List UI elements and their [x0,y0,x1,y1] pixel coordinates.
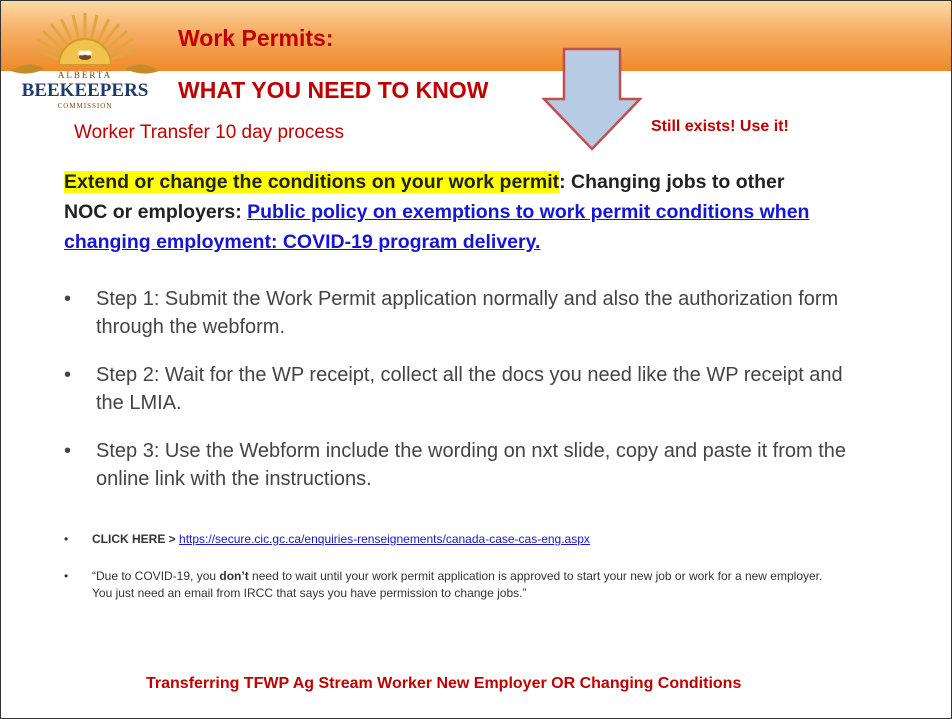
bullet-icon: • [64,364,72,386]
step-text: Step 1: Submit the Work Permit applicati… [96,288,839,338]
webform-link[interactable]: https://secure.cic.gc.ca/enquiries-rense… [179,532,590,546]
intro-paragraph: Extend or change the conditions on your … [64,167,824,257]
highlighted-heading: Extend or change the conditions on your … [64,171,560,193]
step-text: Step 2: Wait for the WP receipt, collect… [96,364,843,414]
logo-name: BEEKEEPERS [22,80,149,101]
step-text: Step 3: Use the Webform include the word… [96,440,847,490]
down-arrow-icon [542,47,642,151]
logo-bottom-text: COMMISSION [58,102,113,110]
right-wheat-icon [125,64,159,74]
bullet-icon: • [64,288,72,310]
still-exists-callout: Still exists! Use it! [651,118,789,135]
click-here-item: • CLICK HERE > https://secure.cic.gc.ca/e… [64,531,824,548]
logo-top-text: ALBERTA [58,70,112,80]
quote-before: “Due to COVID-19, you [92,569,220,583]
steps-list: • Step 1: Submit the Work Permit applicat… [64,285,864,513]
click-here-label: CLICK HERE > [92,532,176,546]
step-item: • Step 3: Use the Webform include the wor… [64,437,864,493]
step-item: • Step 1: Submit the Work Permit applicat… [64,285,864,341]
step-item: • Step 2: Wait for the WP receipt, collec… [64,361,864,417]
quote-bold: don’t [219,569,249,583]
bullet-icon: • [64,532,69,546]
bullet-icon: • [64,569,69,583]
slide: ALBERTA BEEKEEPERS COMMISSION Work Permi… [0,0,952,719]
left-wheat-icon [11,64,45,74]
bullet-icon: • [64,440,72,462]
subtitle: Worker Transfer 10 day process [74,122,344,143]
beekeepers-logo: ALBERTA BEEKEEPERS COMMISSION [11,13,159,110]
footer-caption: Transferring TFWP Ag Stream Worker New E… [146,675,742,692]
title-line-1: Work Permits: [178,25,334,51]
sun-rays [32,13,138,66]
covid-quote-item: • “Due to COVID-19, you don’t need to wai… [64,568,824,602]
notes-list: • CLICK HERE > https://secure.cic.gc.ca/e… [64,531,824,622]
title-line-2: WHAT YOU NEED TO KNOW [178,77,489,103]
